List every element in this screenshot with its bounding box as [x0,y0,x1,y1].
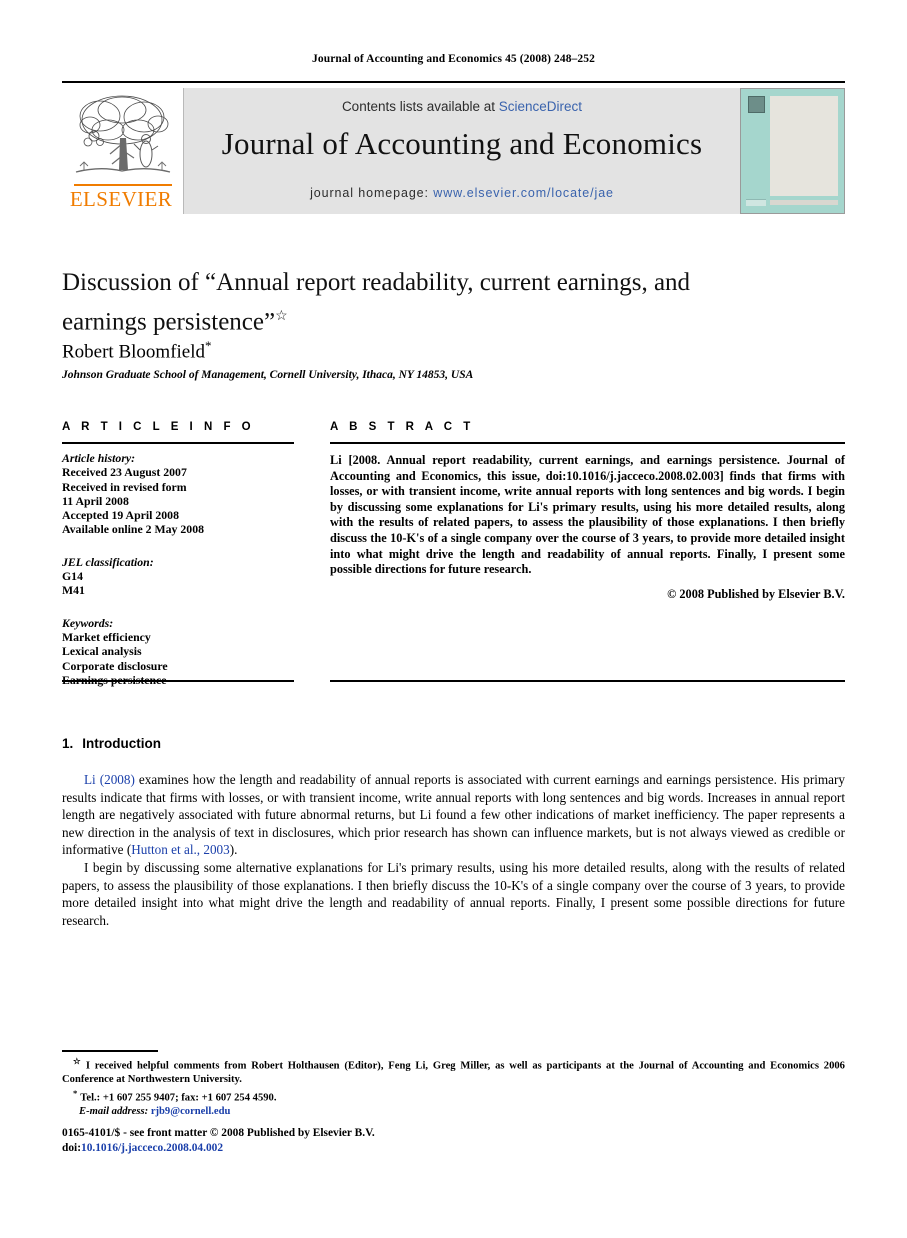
footnote-separator [62,1050,158,1052]
abstract-rule [330,442,845,444]
footnote-email: E-mail address: rjb9@cornell.edu [62,1105,845,1119]
introduction-body: Li (2008) examines how the length and re… [62,771,845,929]
article-history-item: Received in revised form [62,479,187,494]
section-title: Introduction [82,736,161,751]
article-info-bottom-rule [62,680,294,682]
article-info-rule [62,442,294,444]
sciencedirect-link[interactable]: ScienceDirect [499,99,582,114]
citation-link-hutton-2003[interactable]: Hutton et al., 2003 [131,842,230,857]
doi-label: doi: [62,1141,81,1154]
journal-banner: Contents lists available at ScienceDirec… [184,88,740,214]
elsevier-wordmark: ELSEVIER [69,187,173,211]
jel-label: JEL classification: [62,554,154,569]
footnote-contact: * Tel.: +1 607 255 9407; fax: +1 607 254 … [62,1087,845,1105]
article-history: Article history: Received 23 August 2007… [62,451,294,537]
article-history-item: Received 23 August 2007 [62,465,187,480]
doi-line: doi:10.1016/j.jacceco.2008.04.002 [62,1141,662,1156]
keyword-item: Lexical analysis [62,644,142,659]
abstract-heading: A B S T R A C T [330,421,475,433]
footnote-contact-text: Tel.: +1 607 255 9407; fax: +1 607 254 4… [80,1092,277,1104]
running-head: Journal of Accounting and Economics 45 (… [312,53,595,65]
elsevier-tree-icon [75,95,171,173]
journal-title: Journal of Accounting and Economics [221,126,703,161]
abstract-bottom-rule [330,680,845,682]
author-affiliation: Johnson Graduate School of Management, C… [62,369,474,381]
article-history-label: Article history: [62,451,136,465]
citation-link-li-2008[interactable]: Li (2008) [84,772,135,787]
jel-classification: JEL classification: G14 M41 [62,555,294,598]
info-spacer-2 [62,598,294,609]
jel-code: M41 [62,583,85,598]
article-info-heading: A R T I C L E I N F O [62,421,255,433]
author-name: Robert Bloomfield [62,341,206,363]
keywords-label: Keywords: [62,615,114,630]
keyword-item: Corporate disclosure [62,658,168,673]
keyword-item: Market efficiency [62,629,151,644]
author-line: Robert Bloomfield* [62,338,762,363]
elsevier-logo-rule [74,184,172,186]
page-title: Discussion of “Annual report readability… [62,266,762,339]
doi-link[interactable]: 10.1016/j.jacceco.2008.04.002 [81,1142,223,1154]
abstract-copyright: © 2008 Published by Elsevier B.V. [667,586,845,601]
email-link[interactable]: rjb9@cornell.edu [151,1106,231,1117]
email-label: E-mail address: [79,1105,149,1117]
cover-panel [770,96,838,196]
journal-homepage-line: journal homepage: www.elsevier.com/locat… [184,186,740,200]
front-matter-line: 0165-4101/$ - see front matter © 2008 Pu… [62,1127,375,1139]
paragraph-1: Li (2008) examines how the length and re… [62,771,845,859]
title-footnote-marker[interactable]: ☆ [275,309,288,324]
article-history-item: Accepted 19 April 2008 [62,508,179,523]
article-page: Journal of Accounting and Economics 45 (… [0,0,907,1238]
paragraph-1-text-b: ). [229,842,238,858]
cover-foot-right [770,200,838,205]
cover-logo-icon [748,96,765,113]
journal-masthead: ELSEVIER Contents lists available at Sci… [62,88,845,214]
section-number: 1. [62,736,74,751]
header-rule [62,81,845,83]
article-info-block: A R T I C L E I N F O Article history: R… [62,421,294,687]
paragraph-2: I begin by discussing some alternative e… [62,859,845,928]
jel-code: G14 [62,569,83,584]
footnote-block: ☆ I received helpful comments from Robert… [62,1055,845,1118]
article-history-item: 11 April 2008 [62,493,129,508]
author-footnote-marker[interactable]: * [205,338,212,353]
section-heading-introduction: 1. Introduction [62,736,161,751]
article-history-item: Available online 2 May 2008 [62,522,205,537]
cover-foot-left [746,199,766,206]
footnote-acknowledgement-text: I received helpful comments from Robert … [62,1060,845,1086]
footnote-star-marker: ☆ [73,1056,83,1066]
info-spacer-1 [62,537,294,548]
abstract-text: Li [2008. Annual report readability, cur… [330,453,845,577]
homepage-prefix: journal homepage: [310,186,434,200]
footnote-acknowledgement: ☆ I received helpful comments from Robert… [62,1055,845,1087]
journal-cover-thumbnail [740,88,845,214]
keywords-block: Keywords: Market efficiency Lexical anal… [62,616,294,687]
article-title-text: Discussion of “Annual report readability… [62,269,691,336]
elsevier-logo: ELSEVIER [62,88,184,214]
colophon-block: 0165-4101/$ - see front matter © 2008 Pu… [62,1126,662,1155]
journal-homepage-link[interactable]: www.elsevier.com/locate/jae [433,186,614,200]
contents-available-line: Contents lists available at ScienceDirec… [184,99,740,114]
abstract-block: A B S T R A C T Li [2008. Annual report … [330,421,845,602]
footnote-asterisk-marker: * [73,1087,78,1098]
contents-available-prefix: Contents lists available at [341,99,499,114]
